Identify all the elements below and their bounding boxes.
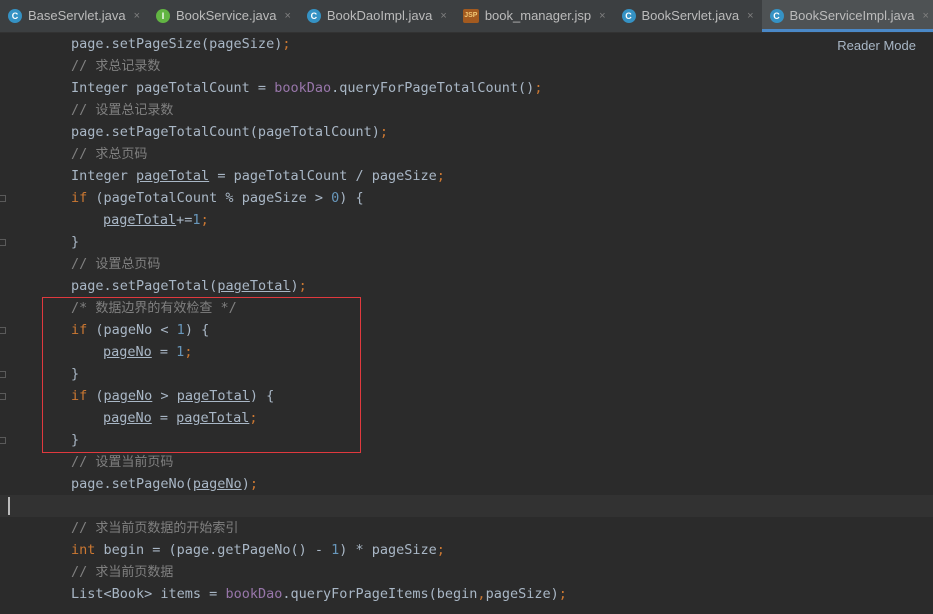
fold-marker-icon[interactable]	[0, 371, 6, 378]
close-icon[interactable]: ×	[284, 10, 290, 22]
code-line: Integer pageTotalCount = bookDao.queryFo…	[71, 80, 543, 96]
jsp-icon: JSP	[462, 8, 479, 23]
code-line: page.setPageSize(pageSize);	[71, 36, 291, 52]
fold-marker-icon[interactable]	[0, 393, 6, 400]
close-icon[interactable]: ×	[440, 10, 446, 22]
code-line: int begin = (page.getPageNo() - 1) * pag…	[71, 542, 445, 558]
code-line: }	[71, 234, 80, 250]
text-caret	[8, 497, 10, 515]
close-icon[interactable]: ×	[134, 10, 140, 22]
class-icon: C	[306, 8, 321, 23]
tab-bookservice[interactable]: I BookService.java ×	[148, 0, 299, 32]
code-line: page.setPageTotal(pageTotal);	[71, 278, 307, 294]
class-icon: C	[769, 8, 784, 23]
editor-tab-bar: C BaseServlet.java × I BookService.java …	[0, 0, 933, 33]
tab-label: book_manager.jsp	[484, 8, 592, 23]
gutter	[0, 33, 8, 614]
class-icon: C	[621, 8, 636, 23]
code-comment: // 设置当前页码	[71, 454, 174, 470]
reader-mode-button[interactable]: Reader Mode	[837, 38, 916, 53]
code-line: if (pageTotalCount % pageSize > 0) {	[71, 190, 364, 206]
code-comment: // 设置总记录数	[71, 102, 174, 118]
tab-label: BookService.java	[176, 8, 277, 23]
current-line-highlight	[0, 495, 933, 517]
close-icon[interactable]: ×	[923, 10, 929, 22]
fold-marker-icon[interactable]	[0, 195, 6, 202]
code-line: List<Book> items = bookDao.queryForPageI…	[71, 586, 567, 602]
class-icon: C	[8, 8, 22, 23]
code-comment: // 求总页码	[71, 146, 148, 162]
tab-label: BaseServlet.java	[28, 8, 126, 23]
fold-marker-icon[interactable]	[0, 239, 6, 246]
tab-label: BookServiceImpl.java	[789, 8, 915, 23]
code-comment: // 设置总页码	[71, 256, 161, 272]
tab-label: BookServlet.java	[641, 8, 740, 23]
fold-marker-icon[interactable]	[0, 327, 6, 334]
tab-bookdaoimpl[interactable]: C BookDaoImpl.java ×	[299, 0, 455, 32]
tab-bookservlet[interactable]: C BookServlet.java ×	[614, 0, 762, 32]
code-line: Integer pageTotal = pageTotalCount / pag…	[71, 168, 445, 184]
fold-marker-icon[interactable]	[0, 437, 6, 444]
code-editor[interactable]: Reader Mode page.setPageSize(pageSize); …	[0, 33, 933, 614]
code-line: page.setPageTotalCount(pageTotalCount);	[71, 124, 388, 140]
code-line: pageTotal+=1;	[103, 212, 209, 228]
code-comment: // 求总记录数	[71, 58, 161, 74]
code-comment: // 求当前页数据	[71, 564, 174, 580]
close-icon[interactable]: ×	[747, 10, 753, 22]
code-comment: // 求当前页数据的开始索引	[71, 520, 239, 536]
tab-book-manager-jsp[interactable]: JSP book_manager.jsp ×	[455, 0, 614, 32]
interface-icon: I	[156, 8, 170, 23]
tab-label: BookDaoImpl.java	[326, 8, 433, 23]
annotation-highlight-box	[42, 297, 361, 453]
tab-bookserviceimpl[interactable]: C BookServiceImpl.java ×	[761, 0, 933, 32]
code-line: page.setPageNo(pageNo);	[71, 476, 258, 492]
tab-baseservlet[interactable]: C BaseServlet.java ×	[0, 0, 148, 32]
close-icon[interactable]: ×	[599, 10, 605, 22]
